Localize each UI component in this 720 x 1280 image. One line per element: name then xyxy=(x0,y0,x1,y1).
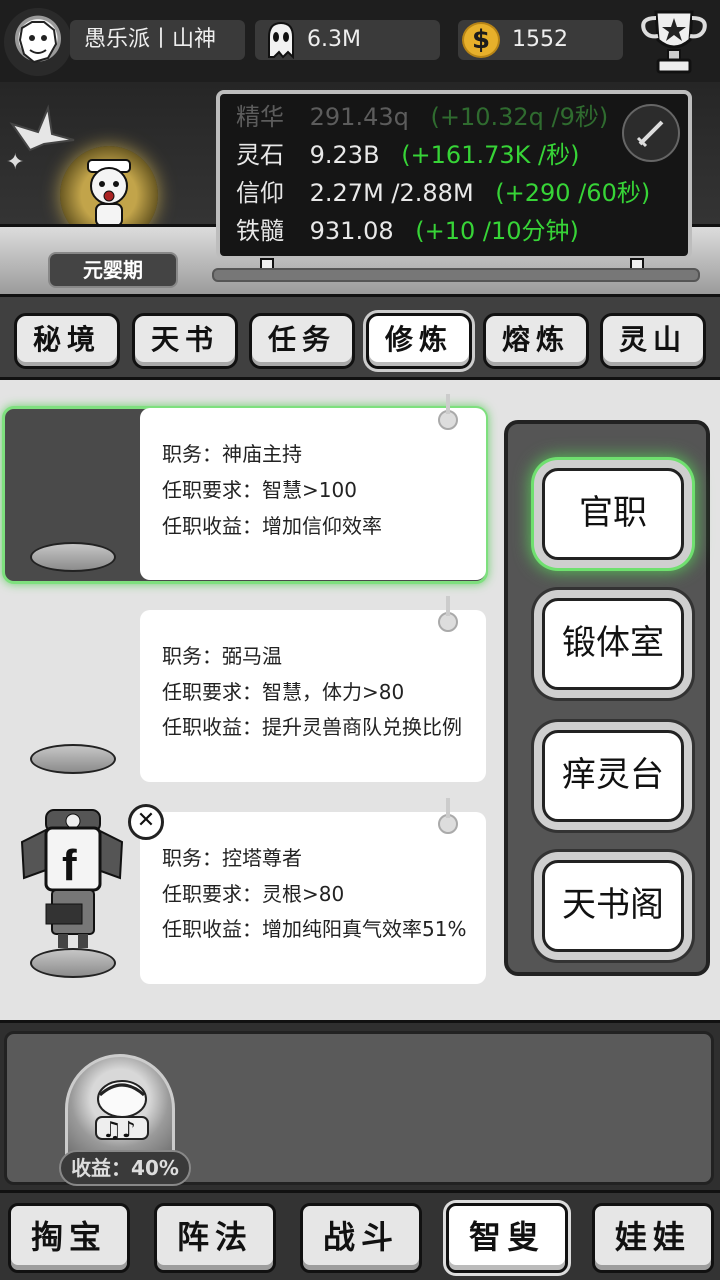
stat-value: 2.27M /2.88M xyxy=(309,179,474,207)
side-button-book-pavilion[interactable]: 天书阁 xyxy=(542,860,684,952)
paper-crane-icon xyxy=(9,104,75,152)
pedestal xyxy=(30,542,116,572)
player-avatar[interactable] xyxy=(4,8,72,76)
pedestal xyxy=(30,744,116,774)
assigned-character[interactable]: f xyxy=(16,804,128,954)
bottom-nav: 掏宝 阵法 战斗 智叟 娃娃 xyxy=(0,1190,720,1280)
ghost-icon xyxy=(268,21,294,59)
job-card[interactable]: 职务：控塔尊者 任职要求：灵根>80 任职收益：增加纯阳真气效率51% xyxy=(140,812,486,984)
side-button-body-forging[interactable]: 锻体室 xyxy=(542,598,684,690)
stat-row-spirit-stone: 灵石 9.23B (+161.73K /秒) xyxy=(236,136,688,174)
music-character-icon: ♫♪ xyxy=(95,1080,149,1143)
job-benefit: 任职收益：增加信仰效率 xyxy=(162,514,382,538)
stat-name: 铁髓 xyxy=(236,217,284,245)
stat-gain: (+10.32q /9秒) xyxy=(430,103,609,131)
stat-gain: (+161.73K /秒) xyxy=(401,141,580,169)
cultivation-stage: 元婴期 xyxy=(48,252,178,288)
stat-value: 291.43q xyxy=(309,103,409,131)
nav-dolls[interactable]: 娃娃 xyxy=(592,1203,714,1273)
job-requirement: 任职要求：智慧>100 xyxy=(162,478,357,502)
ghost-counter: 6.3M xyxy=(255,20,440,60)
stat-row-essence: 精华 291.43q (+10.32q /9秒) xyxy=(236,98,688,136)
tab-smelting[interactable]: 熔炼 xyxy=(483,313,589,369)
sparkle-icon: ✦ xyxy=(6,150,25,175)
close-icon[interactable]: ✕ xyxy=(128,804,164,840)
stat-row-faith: 信仰 2.27M /2.88M (+290 /60秒) xyxy=(236,174,688,212)
lion-face-icon xyxy=(18,21,58,64)
hero-info-area: ✦ 元婴期 精华 291.43q (+10.32q /9秒) 灵石 9.23B … xyxy=(0,82,720,294)
coin-count: 1552 xyxy=(512,27,568,52)
job-title: 职务：弼马温 xyxy=(162,644,282,668)
tab-spirit-mountain[interactable]: 灵山 xyxy=(600,313,706,369)
nav-battle[interactable]: 战斗 xyxy=(300,1203,422,1273)
bottom-area: ♫♪ 收益：40% xyxy=(0,1020,720,1190)
job-title: 职务：神庙主持 xyxy=(162,442,302,466)
nav-sage[interactable]: 智叟 xyxy=(446,1203,568,1273)
income-panel: ♫♪ 收益：40% xyxy=(4,1031,714,1186)
coin-counter: $ 1552 xyxy=(458,20,623,60)
job-requirement: 任职要求：智慧，体力>80 xyxy=(162,680,405,704)
pin-icon xyxy=(438,394,458,430)
progress-bar xyxy=(212,268,700,282)
stat-gain: (+10 /10分钟) xyxy=(415,217,579,245)
side-button-official-post[interactable]: 官职 xyxy=(542,468,684,560)
side-button-spirit-platform[interactable]: 痒灵台 xyxy=(542,730,684,822)
pin-icon xyxy=(438,798,458,834)
stat-name: 灵石 xyxy=(236,141,284,169)
nav-formation[interactable]: 阵法 xyxy=(154,1203,276,1273)
player-name: 愚乐派丨山神 xyxy=(70,20,245,60)
income-rate: 收益：40% xyxy=(59,1150,191,1186)
glass-dome[interactable]: ♫♪ xyxy=(65,1054,175,1164)
tab-secret-realm[interactable]: 秘境 xyxy=(14,313,120,369)
job-panel: 职务：神庙主持 任职要求：智慧>100 任职收益：增加信仰效率 职务：弼马温 任… xyxy=(0,380,720,1020)
top-bar: 愚乐派丨山神 6.3M $ 1552 xyxy=(0,0,720,82)
svg-text:♫♪: ♫♪ xyxy=(102,1118,136,1143)
job-requirement: 任职要求：灵根>80 xyxy=(162,882,345,906)
trophy-icon[interactable] xyxy=(636,6,712,78)
coin-icon: $ xyxy=(462,22,500,58)
job-title: 职务：控塔尊者 xyxy=(162,846,302,870)
nav-treasure[interactable]: 掏宝 xyxy=(8,1203,130,1273)
main-tabs: 秘境 天书 任务 修炼 熔炼 灵山 xyxy=(0,294,720,380)
job-benefit: 任职收益：增加纯阳真气效率51% xyxy=(162,917,467,941)
resource-board: 精华 291.43q (+10.32q /9秒) 灵石 9.23B (+161.… xyxy=(216,90,692,260)
side-menu: 官职 锻体室 痒灵台 天书阁 xyxy=(504,420,710,976)
ghost-count: 6.3M xyxy=(307,27,361,52)
tab-heavenly-book[interactable]: 天书 xyxy=(132,313,238,369)
job-benefit: 任职收益：提升灵兽商队兑换比例 xyxy=(162,715,462,739)
svg-text:f: f xyxy=(62,841,77,890)
tab-cultivation[interactable]: 修炼 xyxy=(366,313,472,369)
stat-gain: (+290 /60秒) xyxy=(495,179,651,207)
job-card[interactable]: 职务：弼马温 任职要求：智慧，体力>80 任职收益：提升灵兽商队兑换比例 xyxy=(140,610,486,782)
stat-row-iron-marrow: 铁髓 931.08 (+10 /10分钟) xyxy=(236,212,688,250)
stat-value: 931.08 xyxy=(309,217,394,245)
stat-name: 精华 xyxy=(236,103,284,131)
sword-icon[interactable] xyxy=(622,104,680,162)
tab-tasks[interactable]: 任务 xyxy=(249,313,355,369)
job-card[interactable]: 职务：神庙主持 任职要求：智慧>100 任职收益：增加信仰效率 xyxy=(140,408,486,580)
stat-value: 9.23B xyxy=(309,141,380,169)
stat-name: 信仰 xyxy=(236,179,284,207)
pin-icon xyxy=(438,596,458,632)
